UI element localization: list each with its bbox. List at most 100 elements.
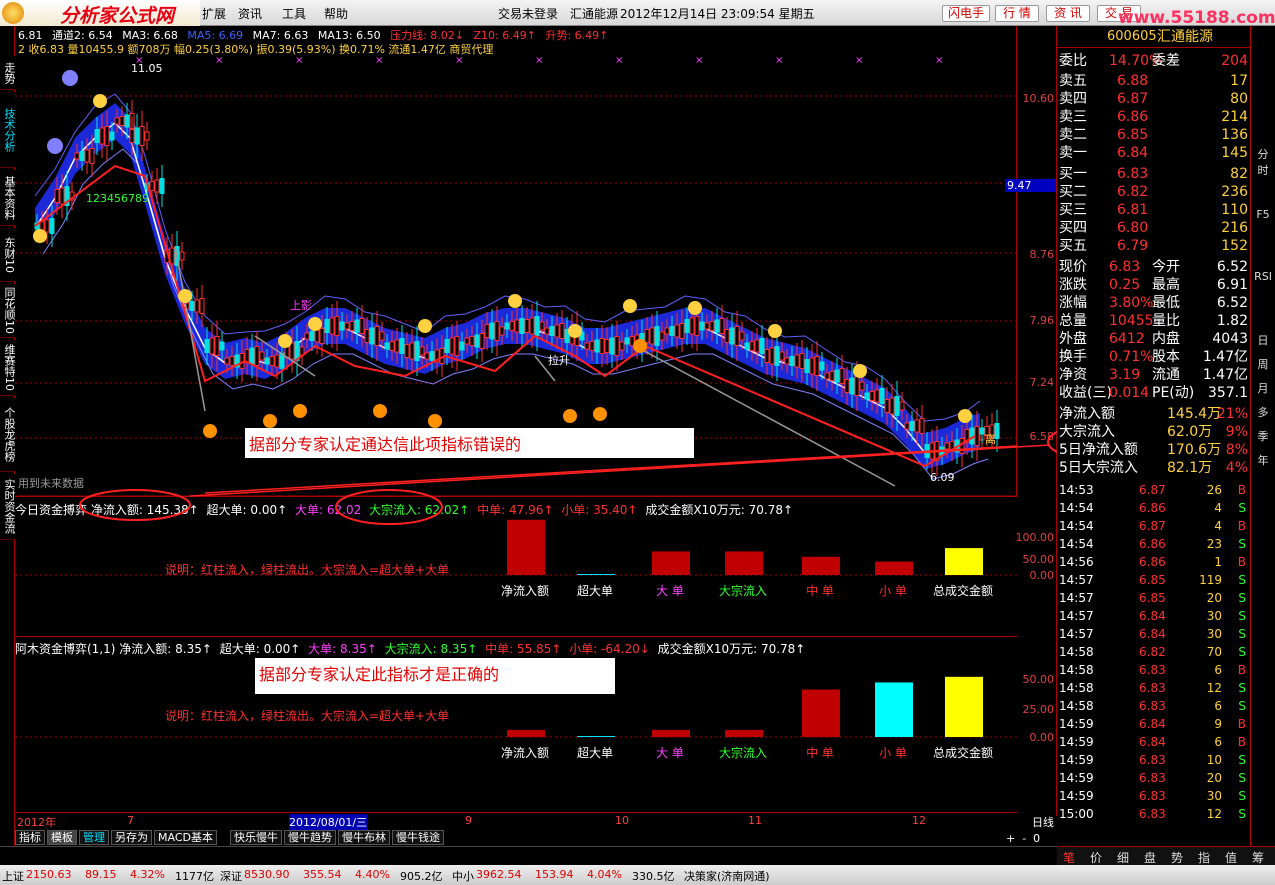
label: 最低 (1152, 295, 1180, 311)
kline-svg: × × × × × × × × × × × (15, 55, 1018, 497)
quote-button[interactable]: 行 情 (995, 5, 1039, 22)
news-button[interactable]: 资 讯 (1046, 5, 1090, 22)
value: 110 (1221, 202, 1248, 218)
flow-bar (945, 548, 983, 575)
detail-tab-3[interactable]: 盘 (1144, 849, 1156, 866)
period-label[interactable]: 日线 (1032, 814, 1054, 830)
value: 1.47亿 (1202, 367, 1248, 383)
label: 卖四 (1059, 91, 1087, 107)
detail-tab-7[interactable]: 筹 (1252, 849, 1264, 866)
bottom-tab-1[interactable]: 模板 (47, 830, 77, 845)
bottom-tab-3[interactable]: 另存为 (111, 830, 152, 845)
value: 4% (1225, 460, 1248, 476)
bottom-tab-6[interactable]: 慢牛趋势 (284, 830, 336, 845)
trade-time: 14:57 (1059, 573, 1094, 587)
detail-tab-2[interactable]: 细 (1117, 849, 1129, 866)
trade-volume: 70 (1206, 645, 1222, 659)
value: 6.52 (1216, 259, 1248, 275)
label: 卖二 (1059, 127, 1087, 143)
detail-tab-0[interactable]: 笔 (1063, 849, 1075, 866)
status-item: 89.15 (85, 868, 117, 881)
tab-tonghuashun[interactable]: 同花顺10 (0, 284, 16, 338)
y-tick: 50.00 (1022, 673, 1055, 686)
right-tab-8[interactable]: 年 (1253, 452, 1273, 468)
trade-volume: 30 (1206, 627, 1222, 641)
value: 17 (1230, 73, 1248, 89)
x-tick: 10 (615, 814, 629, 827)
trade-price: 6.84 (1139, 627, 1166, 641)
y-tick: 7.96 (1029, 314, 1055, 327)
bottom-tab-5[interactable]: 快乐慢牛 (230, 830, 282, 845)
bottom-tab-8[interactable]: 慢牛钱途 (392, 830, 444, 845)
trade-side: S (1238, 699, 1246, 713)
flow-bar (875, 561, 913, 575)
value: 4043 (1212, 331, 1248, 347)
trade-side: S (1238, 627, 1246, 641)
indicator-value: 升势: 6.49↑ (545, 29, 609, 42)
label: 外盘 (1059, 331, 1087, 347)
bid-row: 买一 6.83 82 (1057, 165, 1250, 183)
pane2-bars: 净流入额 超大单 大 单 大宗流入 中 单 小 单 总成交金额 (15, 676, 1017, 760)
bottom-tab-0[interactable]: 指标 (15, 830, 45, 845)
trade-time: 14:58 (1059, 663, 1094, 677)
value: 152 (1221, 238, 1248, 254)
bar-category-label: 大 单 (656, 584, 684, 598)
flow-bar (507, 729, 545, 737)
detail-tab-6[interactable]: 值 (1225, 849, 1237, 866)
right-tab-2[interactable]: RSI (1253, 270, 1273, 283)
detail-tab-1[interactable]: 价 (1090, 849, 1102, 866)
right-tab-0[interactable]: 分时 (1253, 146, 1273, 178)
tab-timeshare[interactable]: 走势 (0, 56, 16, 90)
detail-tab-4[interactable]: 势 (1171, 849, 1183, 866)
y-tick: 10.60 (1022, 92, 1055, 105)
trade-side: S (1238, 591, 1246, 605)
value: 8% (1225, 442, 1248, 458)
trade-row: 15:00 6.83 12 S (1057, 805, 1250, 823)
wave-digits: 123456789 (86, 192, 149, 205)
right-tab-1[interactable]: F5 (1253, 208, 1273, 221)
trade-volume: 4 (1214, 501, 1222, 515)
trade-price: 6.82 (1139, 645, 1166, 659)
stock-code: 600605 (1107, 29, 1157, 44)
label: 最高 (1152, 277, 1180, 293)
trade-volume: 9 (1214, 717, 1222, 731)
value: 1.82 (1216, 313, 1248, 329)
value: 80 (1230, 91, 1248, 107)
zoom-controls[interactable]: + - 0 (1006, 832, 1056, 846)
right-tab-5[interactable]: 月 (1253, 380, 1273, 396)
tab-dragon-tiger[interactable]: 个股龙虎榜 (0, 398, 16, 472)
bottom-tab-2[interactable]: 管理 (79, 830, 109, 845)
tab-dongcai[interactable]: 东财10 (0, 228, 16, 282)
label: 内盘 (1152, 331, 1180, 347)
flow-bar (725, 551, 763, 575)
value: 6.83 (1117, 166, 1149, 182)
trade-side: S (1238, 753, 1246, 767)
menu-tools[interactable]: 工具 (282, 5, 306, 22)
right-tab-4[interactable]: 周 (1253, 356, 1273, 372)
label: 量比 (1152, 313, 1180, 329)
trade-volume: 26 (1206, 483, 1222, 497)
right-tab-3[interactable]: 日 (1253, 332, 1273, 348)
bar-category-label: 净流入额 (501, 746, 549, 760)
value: 204 (1221, 53, 1248, 69)
bottom-tab-4[interactable]: MACD基本 (154, 830, 217, 845)
menu-info[interactable]: 资讯 (238, 5, 262, 22)
tab-weisaite[interactable]: 维赛特10 (0, 340, 16, 396)
flow-bar (652, 551, 690, 575)
menu-help[interactable]: 帮助 (324, 5, 348, 22)
tab-technical[interactable]: 技术分析 (0, 92, 16, 168)
tab-fundamental[interactable]: 基本资料 (0, 170, 16, 226)
kline-chart[interactable]: × × × × × × × × × × × (15, 26, 1018, 497)
trade-time: 14:59 (1059, 771, 1094, 785)
flash-trade-button[interactable]: 闪电手 (942, 5, 990, 22)
detail-tab-5[interactable]: 指 (1198, 849, 1210, 866)
bar-category-label: 超大单 (577, 583, 613, 598)
trade-price: 6.84 (1139, 735, 1166, 749)
flow-value: 62.0万 (1167, 424, 1213, 440)
tab-realtime-flow[interactable]: 实时资金流 (0, 474, 16, 540)
bottom-tab-7[interactable]: 慢牛布林 (338, 830, 390, 845)
right-tab-7[interactable]: 季 (1253, 428, 1273, 444)
right-tab-6[interactable]: 多 (1253, 404, 1273, 420)
trade-price: 6.86 (1139, 501, 1166, 515)
menu-expand[interactable]: 扩展 (202, 5, 226, 22)
